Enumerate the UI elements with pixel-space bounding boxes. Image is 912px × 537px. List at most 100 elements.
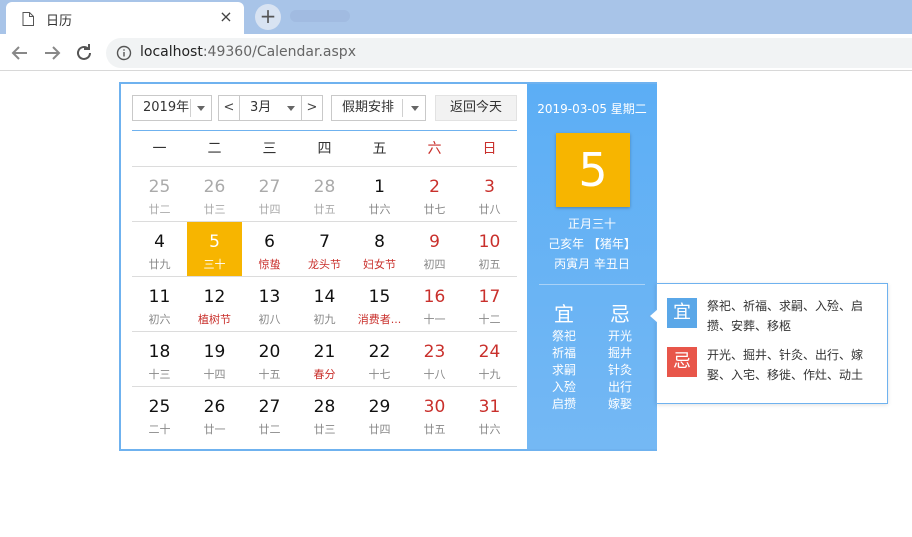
lunar-label: 十三 <box>148 368 171 381</box>
day-cell[interactable]: 3 廿八 <box>462 167 517 221</box>
chevron-down-icon <box>411 106 419 111</box>
day-cell[interactable]: 15 消费者... <box>352 277 407 331</box>
day-cell[interactable]: 21 春分 <box>297 332 352 386</box>
day-cell[interactable]: 2 廿七 <box>407 167 462 221</box>
day-number: 7 <box>319 232 330 252</box>
weekday-label: 一 <box>152 141 167 157</box>
day-cell[interactable]: 7 龙头节 <box>297 222 352 276</box>
day-cell[interactable]: 8 妇女节 <box>352 222 407 276</box>
close-icon[interactable]: × <box>216 7 236 27</box>
day-cell[interactable]: 23 十八 <box>407 332 462 386</box>
document-icon <box>22 11 34 30</box>
day-number: 13 <box>258 287 281 307</box>
day-number: 28 <box>313 397 336 417</box>
day-cell[interactable]: 30 廿五 <box>407 387 462 441</box>
day-number: 8 <box>374 232 385 252</box>
new-tab-button[interactable]: + <box>255 4 281 30</box>
background-tab[interactable] <box>290 10 350 22</box>
lunar-label: 廿八 <box>478 203 501 216</box>
arrow-right-icon[interactable] <box>40 41 64 65</box>
week-row: 25 廿二 26 廿三 27 廿四 28 廿五 1 廿六 2 廿七 3 廿八 <box>132 166 517 221</box>
day-cell[interactable]: 6 惊蛰 <box>242 222 297 276</box>
day-number: 10 <box>478 232 501 252</box>
month-select[interactable]: 3月 <box>239 95 302 121</box>
day-cell[interactable]: 16 十一 <box>407 277 462 331</box>
ji-item: 针灸 <box>607 363 632 377</box>
ji-item: 掘井 <box>607 346 632 360</box>
lunar-label: 龙头节 <box>308 258 341 271</box>
yi-column[interactable]: 宜 祭祀 祈福 求嗣 入殓 启攒 <box>539 298 589 413</box>
lunar-label: 十四 <box>203 368 226 381</box>
lunar-label: 十二 <box>478 313 501 326</box>
week-row: 4 廿九 5 三十 6 惊蛰 7 龙头节 8 妇女节 9 初四 10 初五 <box>132 221 517 276</box>
lunar-label: 春分 <box>313 368 336 381</box>
week-row: 25 二十 26 廿一 27 廿二 28 廿三 29 廿四 30 廿五 31 廿六 <box>132 386 517 441</box>
yi-item: 祈福 <box>551 346 576 360</box>
day-cell[interactable]: 25 二十 <box>132 387 187 441</box>
day-cell[interactable]: 31 廿六 <box>462 387 517 441</box>
day-cell[interactable]: 27 廿二 <box>242 387 297 441</box>
day-cell[interactable]: 11 初六 <box>132 277 187 331</box>
ji-detail-text: 开光、掘井、针灸、出行、嫁娶、入宅、移徙、作灶、动土 <box>707 348 864 382</box>
lunar-label: 廿七 <box>423 203 446 216</box>
holiday-select[interactable]: 假期安排 <box>331 95 426 121</box>
ji-column[interactable]: 忌 开光 掘井 针灸 出行 嫁娶 <box>595 298 645 413</box>
lunar-label: 廿二 <box>148 203 171 216</box>
day-number: 14 <box>313 287 336 307</box>
chevron-down-icon <box>287 106 295 111</box>
year-select[interactable]: 2019年 <box>132 95 212 121</box>
day-cell[interactable]: 17 十二 <box>462 277 517 331</box>
browser-tab[interactable]: 日历 × <box>6 2 244 34</box>
day-number: 27 <box>258 397 281 417</box>
day-cell[interactable]: 20 十五 <box>242 332 297 386</box>
lunar-label: 初五 <box>478 258 501 271</box>
arrow-left-icon[interactable] <box>8 41 32 65</box>
day-number: 16 <box>423 287 446 307</box>
day-cell[interactable]: 1 廿六 <box>352 167 407 221</box>
address-bar[interactable]: localhost:49360/Calendar.aspx <box>106 38 912 68</box>
day-cell[interactable]: 10 初五 <box>462 222 517 276</box>
day-number: 21 <box>313 342 336 362</box>
lunar-label: 十五 <box>258 368 281 381</box>
day-cell[interactable]: 25 廿二 <box>132 167 187 221</box>
lunar-label: 消费者... <box>357 313 402 326</box>
day-cell[interactable]: 4 廿九 <box>132 222 187 276</box>
lunar-label: 十七 <box>368 368 391 381</box>
day-cell[interactable]: 14 初九 <box>297 277 352 331</box>
day-cell[interactable]: 13 初八 <box>242 277 297 331</box>
next-month-button[interactable]: > <box>301 95 323 121</box>
month-select-value: 3月 <box>250 100 272 115</box>
day-number: 25 <box>148 177 171 197</box>
week-row: 11 初六 12 植树节 13 初八 14 初九 15 消费者... 16 十一 17 十二 <box>132 276 517 331</box>
lunar-label: 初九 <box>313 313 336 326</box>
divider <box>402 99 403 117</box>
yi-title: 宜 <box>554 302 574 326</box>
lunar-label: 三十 <box>203 258 226 271</box>
day-number: 25 <box>148 397 171 417</box>
back-to-today-button[interactable]: 返回今天 <box>435 95 517 121</box>
day-cell[interactable]: 29 廿四 <box>352 387 407 441</box>
lunar-label: 初六 <box>148 313 171 326</box>
year-select-value: 2019年 <box>143 100 190 115</box>
info-icon[interactable] <box>116 45 132 65</box>
day-cell[interactable]: 18 十三 <box>132 332 187 386</box>
day-cell[interactable]: 27 廿四 <box>242 167 297 221</box>
day-cell[interactable]: 28 廿五 <box>297 167 352 221</box>
day-cell[interactable]: 26 廿三 <box>187 167 242 221</box>
day-cell[interactable]: 28 廿三 <box>297 387 352 441</box>
day-number: 23 <box>423 342 446 362</box>
day-cell[interactable]: 19 十四 <box>187 332 242 386</box>
reload-icon[interactable] <box>72 41 96 65</box>
lunar-label: 廿三 <box>313 423 336 436</box>
week-row: 18 十三 19 十四 20 十五 21 春分 22 十七 23 十八 24 十九 <box>132 331 517 386</box>
day-cell-selected[interactable]: 5 三十 <box>187 222 242 276</box>
browser-toolbar: localhost:49360/Calendar.aspx <box>0 34 912 71</box>
lunar-label: 廿一 <box>203 423 226 436</box>
lunar-label: 十八 <box>423 368 446 381</box>
day-cell[interactable]: 22 十七 <box>352 332 407 386</box>
day-cell[interactable]: 24 十九 <box>462 332 517 386</box>
day-cell[interactable]: 12 植树节 <box>187 277 242 331</box>
prev-month-button[interactable]: < <box>218 95 240 121</box>
day-cell[interactable]: 9 初四 <box>407 222 462 276</box>
day-cell[interactable]: 26 廿一 <box>187 387 242 441</box>
